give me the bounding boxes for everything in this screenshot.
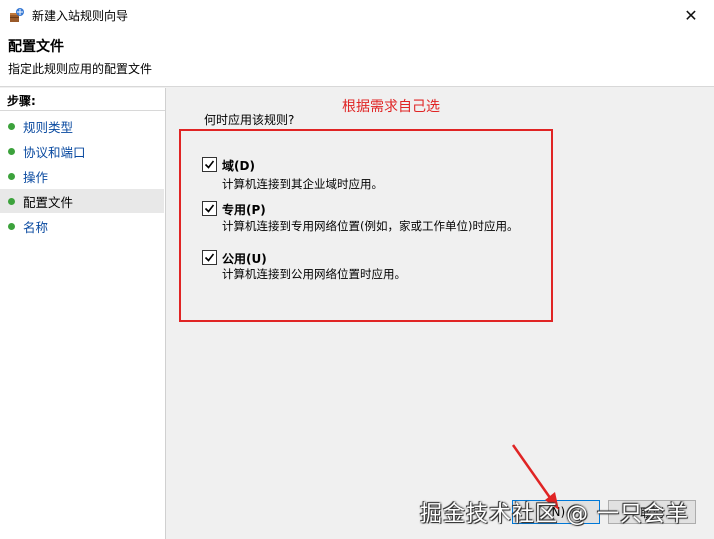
step-dot-icon — [8, 222, 15, 230]
question-label: 何时应用该规则? — [204, 113, 295, 127]
sidebar-item-action[interactable]: 操作 — [0, 164, 164, 188]
step-dot-icon — [8, 197, 15, 205]
sidebar-item-label: 规则类型 — [23, 119, 74, 135]
steps-sidebar: 步骤: 规则类型 协议和端口 操作 配置文件 名称 — [0, 88, 166, 539]
checkmark-icon — [204, 253, 215, 262]
sidebar-item-name[interactable]: 名称 — [0, 214, 164, 238]
divider — [0, 110, 165, 111]
sidebar-item-rule-type[interactable]: 规则类型 — [0, 114, 164, 138]
wizard-header: 配置文件 指定此规则应用的配置文件 — [0, 30, 714, 87]
watermark-text: 掘金技术社区 @ 一只会羊 — [420, 502, 689, 527]
public-option-desc: 计算机连接到公用网络位置时应用。 — [222, 267, 406, 281]
step-dot-icon — [8, 147, 15, 155]
page-title: 配置文件 — [8, 39, 64, 55]
sidebar-item-label: 协议和端口 — [23, 144, 86, 160]
private-option-title[interactable]: 专用(P) — [222, 201, 266, 218]
annotation-text: 根据需求自己选 — [342, 99, 440, 115]
checkmark-icon — [204, 204, 215, 213]
public-option-title[interactable]: 公用(U) — [222, 250, 267, 267]
domain-checkbox[interactable] — [202, 157, 217, 172]
domain-option-desc: 计算机连接到其企业域时应用。 — [222, 177, 383, 191]
close-icon: ✕ — [684, 5, 698, 25]
private-option-desc: 计算机连接到专用网络位置(例如，家或工作单位)时应用。 — [222, 219, 519, 233]
steps-heading: 步骤: — [7, 94, 36, 108]
step-dot-icon — [8, 122, 15, 130]
title-bar: 新建入站规则向导 ✕ — [0, 0, 714, 30]
sidebar-item-label: 操作 — [23, 169, 49, 185]
firewall-app-icon — [9, 7, 25, 23]
public-checkbox[interactable] — [202, 250, 217, 265]
close-button[interactable]: ✕ — [668, 0, 714, 30]
sidebar-item-label: 配置文件 — [23, 194, 74, 210]
window-title: 新建入站规则向导 — [32, 9, 129, 23]
page-subtitle: 指定此规则应用的配置文件 — [8, 62, 153, 76]
domain-option-title[interactable]: 域(D) — [222, 157, 255, 174]
sidebar-item-profile[interactable]: 配置文件 — [0, 189, 164, 213]
sidebar-item-label: 名称 — [23, 219, 49, 235]
step-dot-icon — [8, 172, 15, 180]
sidebar-item-protocol-port[interactable]: 协议和端口 — [0, 139, 164, 163]
checkmark-icon — [204, 160, 215, 169]
private-checkbox[interactable] — [202, 201, 217, 216]
